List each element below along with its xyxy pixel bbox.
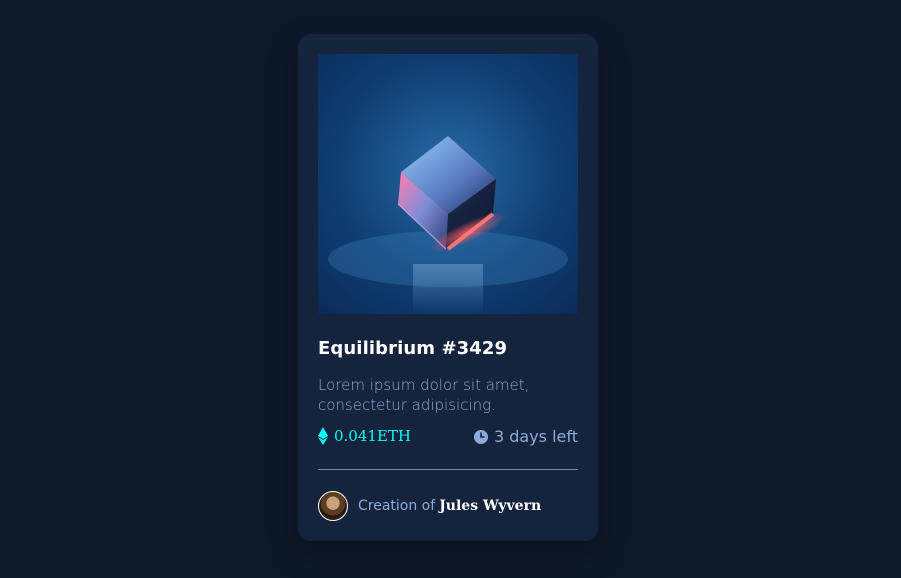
nft-image[interactable] — [318, 54, 578, 314]
nft-preview-card: Equilibrium #3429 Lorem ipsum dolor sit … — [298, 34, 598, 541]
clock-icon — [473, 429, 488, 444]
creator-prefix: Creation of — [358, 498, 436, 514]
ethereum-icon — [318, 427, 328, 445]
nft-description: Lorem ipsum dolor sit amet, consectetur … — [318, 376, 530, 414]
divider — [318, 469, 578, 470]
creator-row: Creation of Jules Wyvern — [318, 491, 541, 521]
price-value: 0.041ETH — [334, 427, 411, 445]
equilibrium-cube-image — [318, 54, 578, 314]
nft-meta-row: 0.041ETH 3 days left — [318, 427, 578, 451]
time-left: 3 days left — [473, 427, 578, 446]
time-left-text: 3 days left — [493, 427, 578, 446]
nft-title[interactable]: Equilibrium #3429 — [318, 338, 507, 359]
creator-avatar — [318, 491, 348, 521]
creator-name-link[interactable]: Jules Wyvern — [439, 498, 541, 514]
price: 0.041ETH — [318, 427, 411, 445]
